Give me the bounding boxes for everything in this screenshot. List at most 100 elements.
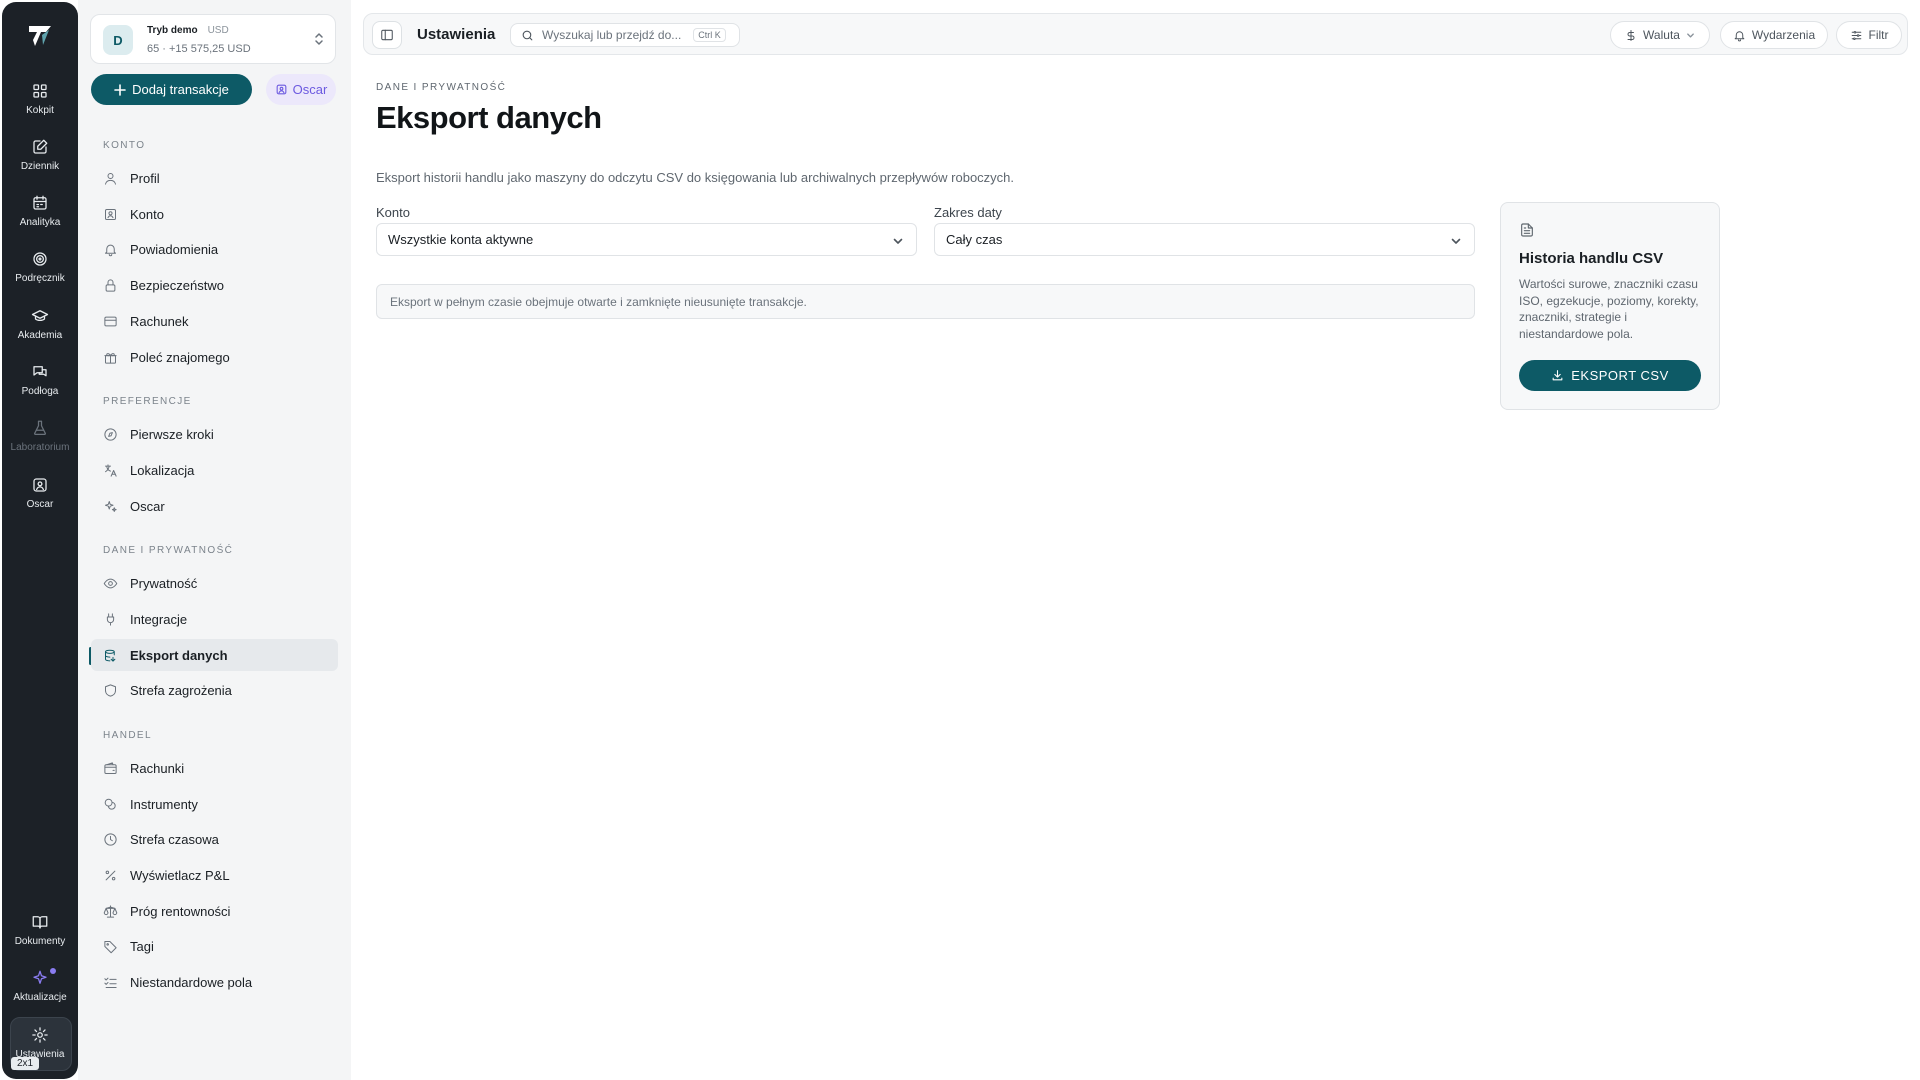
add-transaction-button[interactable]: Dodaj transakcje — [91, 74, 252, 105]
sidebar-toggle-button[interactable] — [372, 21, 402, 49]
chevron-down-icon — [893, 238, 903, 244]
clock-icon — [104, 832, 117, 846]
rail-item-podloga[interactable]: Podłoga — [2, 363, 78, 415]
sidebar-item-wyswietlacz-pl[interactable]: Wyświetlacz P&L — [91, 859, 338, 891]
avatar: D — [103, 25, 133, 55]
account-summary: 65 · +15 575,25 USD — [147, 43, 251, 55]
tag-icon — [104, 940, 117, 953]
sparkles-icon — [105, 500, 117, 512]
rail-item-podrecznik[interactable]: Podręcznik — [2, 250, 78, 302]
sidebar-item-powiadomienia[interactable]: Powiadomienia — [91, 233, 338, 265]
sidebar-item-instrumenty[interactable]: Instrumenty — [91, 788, 338, 820]
csv-export-card: Historia handlu CSV Wartości surowe, zna… — [1500, 202, 1720, 410]
zoom-badge: 2x1 — [11, 1057, 40, 1070]
sidebar-item-tagi[interactable]: Tagi — [91, 930, 338, 962]
sidebar-item-label: Bezpieczeństwo — [130, 277, 224, 293]
bell-icon — [1734, 30, 1745, 41]
rail-item-ustawienia[interactable]: Ustawienia — [2, 1026, 78, 1078]
sidebar-item-lokalizacja[interactable]: Lokalizacja — [91, 454, 338, 486]
rail-item-akademia[interactable]: Akademia — [2, 307, 78, 359]
section-heading-dane: DANE I PRYWATNOŚĆ — [103, 545, 234, 556]
events-button[interactable]: Wydarzenia — [1720, 21, 1828, 49]
sidebar-item-eksport-danych[interactable]: Eksport danych — [91, 639, 338, 671]
chevron-updown-icon — [315, 33, 323, 45]
sliders-icon — [1851, 30, 1861, 40]
filter-button[interactable]: Filtr — [1836, 21, 1902, 49]
gear-icon — [32, 1027, 48, 1043]
sidebar-item-label: Lokalizacja — [130, 462, 195, 478]
sidebar-item-integracje[interactable]: Integracje — [91, 603, 338, 635]
rail-label: Oscar — [26, 499, 54, 510]
sidebar-item-konto[interactable]: Konto — [91, 198, 338, 230]
rail-item-laboratorium[interactable]: Laboratorium — [2, 419, 78, 471]
bell-icon — [105, 244, 116, 256]
sidebar-item-label: Strefa zagrożenia — [130, 682, 232, 698]
dollar-icon — [1627, 29, 1635, 41]
page-title: Eksport danych — [376, 100, 602, 135]
rail-item-analityka[interactable]: Analityka — [2, 194, 78, 246]
sidebar-item-prywatnosc[interactable]: Prywatność — [91, 567, 338, 599]
rail-item-kokpit[interactable]: Kokpit — [2, 82, 78, 134]
add-transaction-label: Dodaj transakcje — [132, 82, 229, 97]
date-range-select[interactable]: Cały czas — [934, 223, 1475, 256]
sidebar-item-profil[interactable]: Profil — [91, 162, 338, 194]
sidebar-item-prog-rentownosci[interactable]: Próg rentowności — [91, 895, 338, 927]
sidebar-item-oscar[interactable]: Oscar — [91, 490, 338, 522]
oscar-button[interactable]: Oscar — [266, 74, 336, 105]
section-heading-preferencje: PREFERENCJE — [103, 396, 192, 407]
account-mode: Tryb demo USD — [147, 25, 229, 36]
sidebar-item-label: Pierwsze kroki — [130, 426, 214, 442]
sparkle-icon — [33, 970, 47, 984]
sidebar-item-rachunek[interactable]: Rachunek — [91, 305, 338, 337]
date-range-label: Zakres daty — [934, 205, 1002, 220]
account-mode-label: Tryb demo — [147, 25, 198, 36]
sidebar-item-label: Strefa czasowa — [130, 831, 219, 847]
coins-icon — [104, 798, 116, 810]
app-rail: Kokpit Dziennik Analityka Podręcznik Aka… — [2, 2, 78, 1079]
app-logo[interactable] — [2, 16, 78, 56]
rail-item-dokumenty[interactable]: Dokumenty — [2, 913, 78, 965]
rail-label: Dziennik — [20, 161, 60, 172]
account-select[interactable]: Wszystkie konta aktywne — [376, 223, 917, 256]
journal-icon — [33, 139, 48, 154]
list-check-icon — [104, 977, 117, 988]
page-title-bar: Ustawienia — [417, 26, 496, 43]
breadcrumb: DANE I PRYWATNOŚĆ — [376, 82, 507, 93]
id-card-icon — [105, 208, 116, 220]
sidebar-item-label: Wyświetlacz P&L — [130, 867, 230, 883]
sidebar-item-polec-znajomego[interactable]: Poleć znajomego — [91, 341, 338, 373]
top-bar: Ustawienia Wyszukaj lub przejdź do... Ct… — [363, 13, 1908, 55]
sidebar-item-label: Niestandardowe pola — [130, 974, 253, 990]
percent-icon — [105, 870, 116, 880]
wallet-icon — [104, 761, 117, 774]
chevron-down-icon — [1451, 238, 1461, 244]
sidebar-item-pierwsze-kroki[interactable]: Pierwsze kroki — [91, 418, 338, 450]
sidebar-item-strefa-czasowa[interactable]: Strefa czasowa — [91, 823, 338, 855]
sidebar-item-label: Prywatność — [130, 575, 198, 591]
download-icon — [1552, 370, 1563, 381]
page-description: Eksport historii handlu jako maszyny do … — [376, 170, 1015, 185]
sidebar-item-label: Oscar — [130, 498, 165, 514]
plus-icon — [114, 83, 126, 96]
rail-item-oscar[interactable]: Oscar — [2, 476, 78, 528]
search-input[interactable]: Wyszukaj lub przejdź do... Ctrl K — [510, 23, 740, 47]
flask-icon — [34, 420, 46, 436]
logo-icon — [29, 26, 51, 46]
sidebar-item-label: Rachunki — [130, 760, 185, 776]
account-switcher[interactable]: D Tryb demo USD 65 · +15 575,25 USD — [90, 14, 336, 64]
rail-label: Kokpit — [26, 105, 54, 116]
currency-dropdown[interactable]: Waluta — [1610, 21, 1710, 49]
target-icon — [33, 252, 47, 266]
sidebar-item-niestandardowe-pola[interactable]: Niestandardowe pola — [91, 966, 338, 998]
credit-card-icon — [104, 316, 117, 326]
rail-label: Podłoga — [21, 386, 59, 397]
rail-item-aktualizacje[interactable]: Aktualizacje — [2, 969, 78, 1021]
rail-label: Dokumenty — [14, 936, 66, 947]
rail-item-dziennik[interactable]: Dziennik — [2, 138, 78, 190]
sidebar-item-strefa-zagrozenia[interactable]: Strefa zagrożenia — [91, 674, 338, 706]
sidebar-item-label: Instrumenty — [130, 796, 198, 812]
card-description: Wartości surowe, znaczniki czasu ISO, eg… — [1519, 277, 1699, 341]
export-csv-button[interactable]: EKSPORT CSV — [1519, 360, 1701, 391]
sidebar-item-rachunki[interactable]: Rachunki — [91, 752, 338, 784]
sidebar-item-bezpieczenstwo[interactable]: Bezpieczeństwo — [91, 269, 338, 301]
